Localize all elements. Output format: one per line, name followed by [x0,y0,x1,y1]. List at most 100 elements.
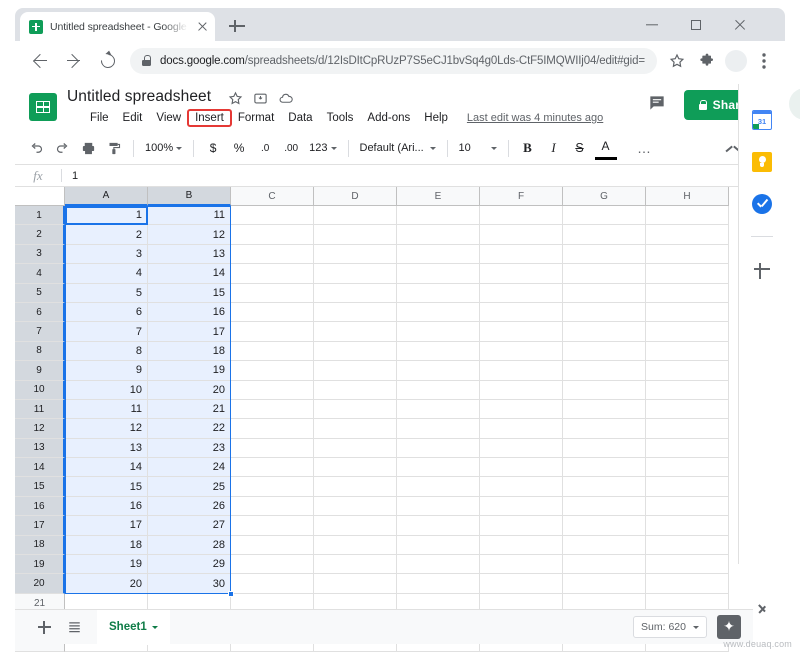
address-bar[interactable]: docs.google.com/spreadsheets/d/12IsDItCp… [130,47,657,74]
cell-E2[interactable] [397,225,480,245]
cell-H9[interactable] [646,361,729,381]
cell-F15[interactable] [480,477,563,497]
three-dot-menu-icon[interactable] [751,47,777,75]
cell-C17[interactable] [231,516,314,536]
column-header-c[interactable]: C [231,187,314,206]
row-header-14[interactable]: 14 [15,458,65,478]
italic-button[interactable]: I [541,135,567,161]
menu-view[interactable]: View [149,110,188,126]
comment-icon[interactable] [647,93,673,119]
profile-avatar[interactable] [725,49,747,72]
cell-G1[interactable] [563,206,646,226]
cell-D3[interactable] [314,244,397,265]
undo-icon[interactable] [23,135,49,161]
cell-H5[interactable] [646,283,729,303]
cell-G7[interactable] [563,322,646,342]
cell-E15[interactable] [397,477,480,497]
cell-F12[interactable] [480,419,563,439]
cell-A2[interactable]: 2 [65,225,148,245]
cell-C11[interactable] [231,399,314,420]
cell-B7[interactable]: 17 [148,322,231,342]
cell-E19[interactable] [397,555,480,575]
cell-B11[interactable]: 21 [148,399,231,420]
menu-help[interactable]: Help [417,110,455,126]
browser-tab[interactable]: Untitled spreadsheet - Google Sh [20,12,215,41]
minimize-icon[interactable] [630,8,674,41]
cell-F7[interactable] [480,322,563,342]
menu-tools[interactable]: Tools [320,110,361,126]
cell-F20[interactable] [480,574,563,594]
explore-icon[interactable] [717,614,741,639]
cell-H1[interactable] [646,206,729,226]
cell-D18[interactable] [314,535,397,556]
cell-G10[interactable] [563,380,646,400]
cell-D5[interactable] [314,283,397,303]
close-tab-icon[interactable] [195,20,209,34]
cell-E3[interactable] [397,244,480,265]
cell-E16[interactable] [397,496,480,517]
cell-F16[interactable] [480,496,563,517]
cell-C7[interactable] [231,322,314,342]
cell-C15[interactable] [231,477,314,497]
cell-H19[interactable] [646,555,729,575]
cell-D8[interactable] [314,341,397,362]
currency-format-button[interactable]: $ [200,135,226,161]
cell-A18[interactable]: 18 [65,535,148,556]
column-header-h[interactable]: H [646,187,729,206]
cell-F6[interactable] [480,302,563,323]
row-header-13[interactable]: 13 [15,438,65,459]
paint-format-icon[interactable] [101,135,127,161]
row-header-11[interactable]: 11 [15,399,65,420]
cell-D9[interactable] [314,361,397,381]
cell-G5[interactable] [563,283,646,303]
cell-B3[interactable]: 13 [148,244,231,265]
cell-A19[interactable]: 19 [65,555,148,575]
star-icon[interactable] [663,47,691,75]
cell-B10[interactable]: 20 [148,380,231,400]
star-icon[interactable] [228,91,243,106]
row-header-8[interactable]: 8 [15,341,65,362]
cell-C4[interactable] [231,264,314,284]
column-header-a[interactable]: A [65,187,148,206]
row-header-20[interactable]: 20 [15,574,65,594]
cell-A6[interactable]: 6 [65,302,148,323]
cell-G4[interactable] [563,264,646,284]
cell-B13[interactable]: 23 [148,438,231,459]
cell-area[interactable]: 1 11 2 12 3 13 4 14 5 15 6 16 7 17 8 18 9 19 10 20 11 21 12 22 1… [65,206,729,652]
more-options-button[interactable]: … [632,135,658,161]
cell-E20[interactable] [397,574,480,594]
cell-F4[interactable] [480,264,563,284]
cell-G13[interactable] [563,438,646,459]
menu-file[interactable]: File [83,110,116,126]
cell-B15[interactable]: 25 [148,477,231,497]
cell-B8[interactable]: 18 [148,341,231,362]
cell-E7[interactable] [397,322,480,342]
all-sheets-icon[interactable] [59,612,89,642]
cell-B18[interactable]: 28 [148,535,231,556]
cell-A5[interactable]: 5 [65,283,148,303]
cell-A9[interactable]: 9 [65,361,148,381]
google-keep-icon[interactable] [752,152,772,172]
cell-H15[interactable] [646,477,729,497]
cell-G6[interactable] [563,302,646,323]
row-header-2[interactable]: 2 [15,225,65,245]
strikethrough-button[interactable]: S [567,135,593,161]
cell-A10[interactable]: 10 [65,380,148,400]
cell-B2[interactable]: 12 [148,225,231,245]
cell-C10[interactable] [231,380,314,400]
cell-D12[interactable] [314,419,397,439]
bold-button[interactable]: B [515,135,541,161]
row-header-9[interactable]: 9 [15,361,65,381]
cell-D15[interactable] [314,477,397,497]
expand-panel-icon[interactable] [752,596,772,620]
row-header-10[interactable]: 10 [15,380,65,400]
cell-E1[interactable] [397,206,480,226]
document-title[interactable]: Untitled spreadsheet [67,88,211,106]
cell-G12[interactable] [563,419,646,439]
cell-F2[interactable] [480,225,563,245]
reload-icon[interactable] [94,47,122,75]
cell-D19[interactable] [314,555,397,575]
zoom-selector[interactable]: 100% [140,136,187,160]
print-icon[interactable] [75,135,101,161]
cell-G15[interactable] [563,477,646,497]
